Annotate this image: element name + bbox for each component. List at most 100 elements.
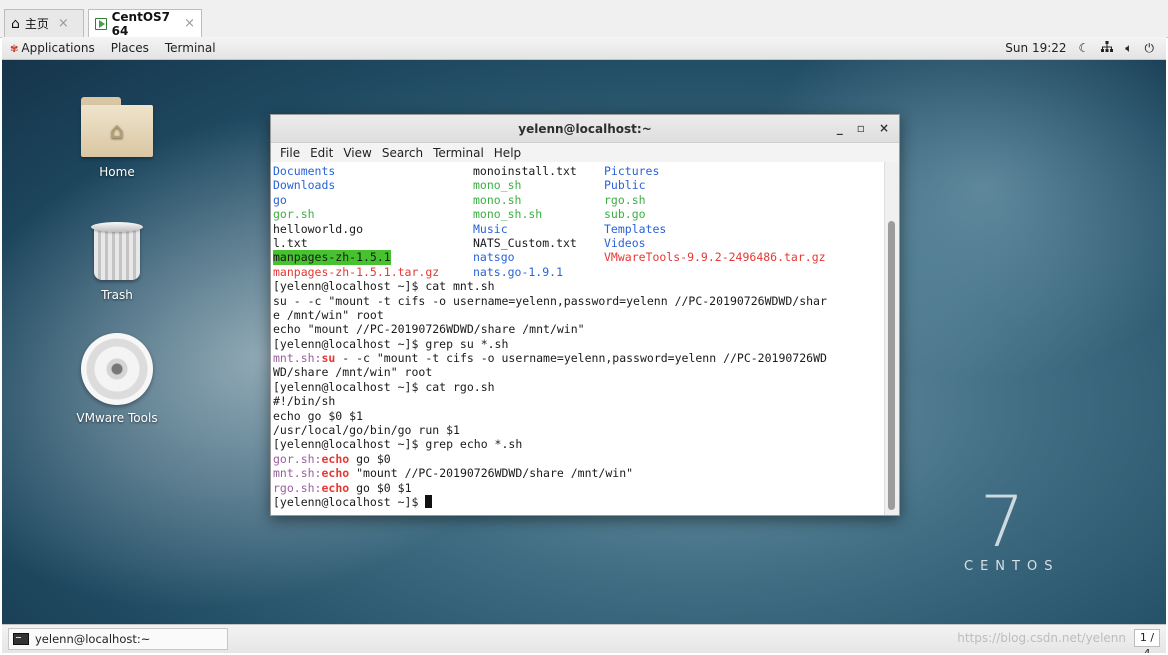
home-folder-icon: ⌂	[81, 97, 153, 157]
close-icon[interactable]: ×	[58, 16, 69, 31]
text-cursor	[425, 494, 433, 508]
tab-home-label: 主页	[24, 17, 49, 31]
volume-icon[interactable]: 🔈︎	[1125, 41, 1132, 56]
network-icon[interactable]	[1101, 40, 1114, 56]
ls-row: l.txt NATS_Custom.txt Videos	[273, 236, 885, 250]
menu-edit[interactable]: Edit	[305, 146, 338, 160]
places-menu[interactable]: Places	[103, 41, 157, 55]
terminal-text: /usr/local/go/bin/go run $1	[273, 423, 460, 438]
ls-entry: Downloads	[273, 178, 336, 193]
power-icon[interactable]: ⏻	[1145, 41, 1155, 56]
ls-row: go mono.sh rgo.sh	[273, 193, 885, 207]
terminal-line: /usr/local/go/bin/go run $1	[273, 423, 885, 437]
terminal-window[interactable]: yelenn@localhost:~ _ ▫ × File Edit View …	[270, 114, 900, 516]
minimize-button[interactable]: _	[837, 121, 843, 135]
desktop-trash-label: Trash	[101, 288, 133, 302]
tab-centos-label: CentOS7 64	[111, 9, 171, 38]
terminal-text: echo	[321, 480, 350, 495]
terminal-titlebar[interactable]: yelenn@localhost:~ _ ▫ ×	[271, 115, 899, 143]
vm-icon	[95, 17, 107, 30]
taskbar-terminal-item[interactable]: yelenn@localhost:~	[8, 628, 228, 650]
terminal-line: rgo.sh:echo go $0 $1	[273, 481, 885, 495]
terminal-text: echo	[321, 451, 350, 466]
centos-logo-number: 7	[980, 481, 1025, 563]
terminal-line: [yelenn@localhost ~]$ cat mnt.sh	[273, 279, 885, 293]
terminal-text: rgo.sh	[273, 480, 315, 495]
ls-entry: l.txt	[273, 235, 308, 250]
menu-view[interactable]: View	[338, 146, 376, 160]
ls-entry: manpages-zh-1.5.1	[273, 250, 391, 265]
terminal-scrollbar[interactable]	[884, 162, 899, 515]
terminal-text: echo "mount //PC-20190726WDWD/share /mnt…	[273, 322, 585, 337]
ls-row: helloworld.go Music Templates	[273, 222, 885, 236]
menu-help[interactable]: Help	[489, 146, 526, 160]
terminal-line: e /mnt/win" root	[273, 308, 885, 322]
menu-file[interactable]: File	[275, 146, 305, 160]
night-mode-icon[interactable]: ☾	[1079, 41, 1090, 55]
terminal-line: su - -c "mount -t cifs -o username=yelen…	[273, 294, 885, 308]
terminal-text: su - -c "mount -t cifs -o username=yelen…	[273, 293, 827, 308]
terminal-app-menu[interactable]: Terminal	[157, 41, 224, 55]
terminal-text: go $0	[349, 451, 391, 466]
taskbar-item-label: yelenn@localhost:~	[35, 632, 151, 646]
csdn-watermark: https://blog.csdn.net/yelenn	[957, 631, 1126, 645]
ls-row: manpages-zh-1.5.1 natsgo VMwareTools-9.9.2…	[273, 250, 885, 265]
ls-row: Downloads mono_sh Public	[273, 178, 885, 192]
terminal-text: WD/share /mnt/win" root	[273, 365, 433, 380]
ls-row: manpages-zh-1.5.1.tar.gz nats.go-1.9.1	[273, 265, 885, 279]
ls-entry: Documents	[273, 164, 336, 178]
window-list-bar: yelenn@localhost:~ https://blog.csdn.net…	[2, 624, 1166, 653]
terminal-title: yelenn@localhost:~	[518, 121, 652, 136]
terminal-text: e /mnt/win" root	[273, 307, 384, 322]
status-area: Sun 19:22 ☾ 🔈︎ ⏻	[1005, 40, 1166, 56]
applications-menu[interactable]: ✾ Applications	[2, 41, 103, 55]
ls-entry: go	[273, 192, 287, 207]
desktop-vmware-tools-label: VMware Tools	[76, 411, 158, 425]
ls-entry: VMwareTools-9.9.2-2496486.tar.gz	[604, 250, 826, 265]
terminal-text: - -c "mount -t cifs -o username=yelenn,p…	[335, 351, 827, 366]
terminal-text: [yelenn@localhost ~]$ grep echo *.sh	[273, 437, 523, 452]
terminal-text: #!/bin/sh	[273, 394, 336, 409]
desktop-vmware-tools[interactable]: VMware Tools	[62, 333, 172, 425]
terminal-text: mnt.sh	[273, 351, 315, 366]
ls-entry: NATS_Custom.txt	[473, 235, 577, 250]
desktop-trash[interactable]: Trash	[62, 222, 172, 302]
ls-entry: mono_sh	[473, 178, 522, 193]
terminal-line: [yelenn@localhost ~]$ grep su *.sh	[273, 337, 885, 351]
tab-home[interactable]: ⌂ 主页 ×	[4, 9, 84, 37]
ls-entry: Videos	[604, 235, 646, 250]
terminal-line: [yelenn@localhost ~]$	[273, 494, 885, 509]
maximize-button[interactable]: ▫	[857, 121, 865, 135]
guest-desktop: ✾ Applications Places Terminal Sun 19:22 …	[2, 37, 1166, 653]
terminal-output[interactable]: Documents monoinstall.txt Pictures Download…	[271, 162, 885, 515]
terminal-text: [yelenn@localhost ~]$ grep su *.sh	[273, 336, 509, 351]
ls-entry: monoinstall.txt	[473, 164, 577, 178]
ls-entry: helloworld.go	[273, 221, 364, 236]
gnome-foot-icon: ✾	[10, 44, 19, 55]
ls-entry: gor.sh	[273, 207, 315, 222]
menu-terminal[interactable]: Terminal	[428, 146, 489, 160]
tab-centos[interactable]: CentOS7 64 ×	[88, 9, 202, 38]
terminal-line: WD/share /mnt/win" root	[273, 365, 885, 379]
menu-search[interactable]: Search	[377, 146, 428, 160]
terminal-text: su	[321, 351, 336, 366]
ls-entry: natsgo	[473, 250, 515, 265]
terminal-text: [yelenn@localhost ~]$ cat rgo.sh	[273, 379, 495, 394]
clock[interactable]: Sun 19:22	[1005, 41, 1066, 55]
ls-entry: mono.sh	[473, 192, 522, 207]
terminal-line: #!/bin/sh	[273, 394, 885, 408]
close-icon[interactable]: ×	[184, 16, 195, 31]
workspace-indicator[interactable]: 1 / 4	[1134, 629, 1160, 653]
ls-entry: nats.go-1.9.1	[473, 264, 564, 279]
scrollbar-thumb[interactable]	[888, 220, 895, 511]
close-button[interactable]: ×	[879, 121, 889, 135]
desktop-home[interactable]: ⌂ Home	[62, 97, 172, 179]
ls-entry: sub.go	[604, 207, 646, 222]
vm-tab-bar: ⌂ 主页 × CentOS7 64 ×	[0, 0, 1168, 38]
terminal-line: [yelenn@localhost ~]$ cat rgo.sh	[273, 380, 885, 394]
home-icon: ⌂	[11, 15, 20, 32]
trash-icon	[91, 222, 143, 280]
terminal-text: echo go $0 $1	[273, 408, 364, 423]
centos-logo-word: CENTOS	[964, 559, 1060, 574]
terminal-line: [yelenn@localhost ~]$ grep echo *.sh	[273, 437, 885, 451]
